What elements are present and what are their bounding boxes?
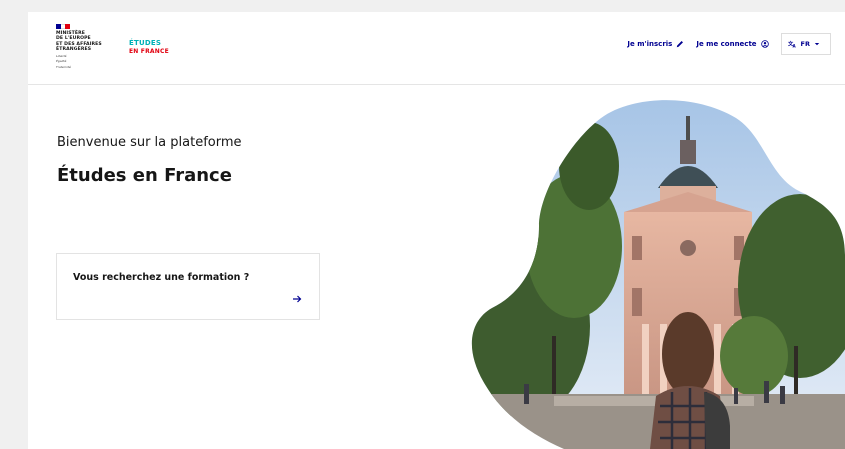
language-selector[interactable]: 文 A FR (780, 33, 831, 55)
login-label: Je me connecte (696, 40, 757, 48)
user-circle-icon (760, 40, 769, 48)
logo-line-1: ÉTUDES (129, 39, 162, 47)
hero-illustration (471, 100, 845, 449)
svg-text:A: A (792, 43, 796, 48)
login-link[interactable]: Je me connecte (696, 40, 769, 48)
search-formation-card[interactable]: Vous recherchez une formation ? (56, 253, 320, 320)
language-label: FR (800, 40, 810, 48)
motto-line: Égalité (56, 59, 67, 64)
chevron-down-icon (814, 43, 820, 46)
search-formation-label: Vous recherchez une formation ? (73, 272, 250, 283)
register-label: Je m'inscris (627, 40, 673, 48)
translate-icon: 文 A (788, 40, 797, 48)
motto-line: Liberté (56, 53, 67, 58)
register-link[interactable]: Je m'inscris (627, 40, 684, 48)
french-flag-icon (56, 24, 71, 29)
logo-line-2: EN FRANCE (129, 47, 169, 55)
ministry-line: ÉTRANGÈRES (56, 47, 92, 53)
etudes-en-france-logo[interactable]: ÉTUDES EN FRANCE (129, 39, 169, 55)
page-title: Études en France (57, 165, 232, 186)
header-nav: Je m'inscris Je me connecte 文 A FR (627, 33, 831, 55)
motto-line: Fraternité (56, 64, 71, 69)
pencil-icon (677, 41, 684, 48)
header: MINISTÈRE DE L'EUROPE ET DES AFFAIRES ÉT… (28, 12, 845, 85)
ministry-logo[interactable]: MINISTÈRE DE L'EUROPE ET DES AFFAIRES ÉT… (56, 24, 126, 69)
page: MINISTÈRE DE L'EUROPE ET DES AFFAIRES ÉT… (28, 12, 845, 449)
welcome-text: Bienvenue sur la plateforme (57, 135, 242, 150)
arrow-right-icon (293, 295, 302, 303)
